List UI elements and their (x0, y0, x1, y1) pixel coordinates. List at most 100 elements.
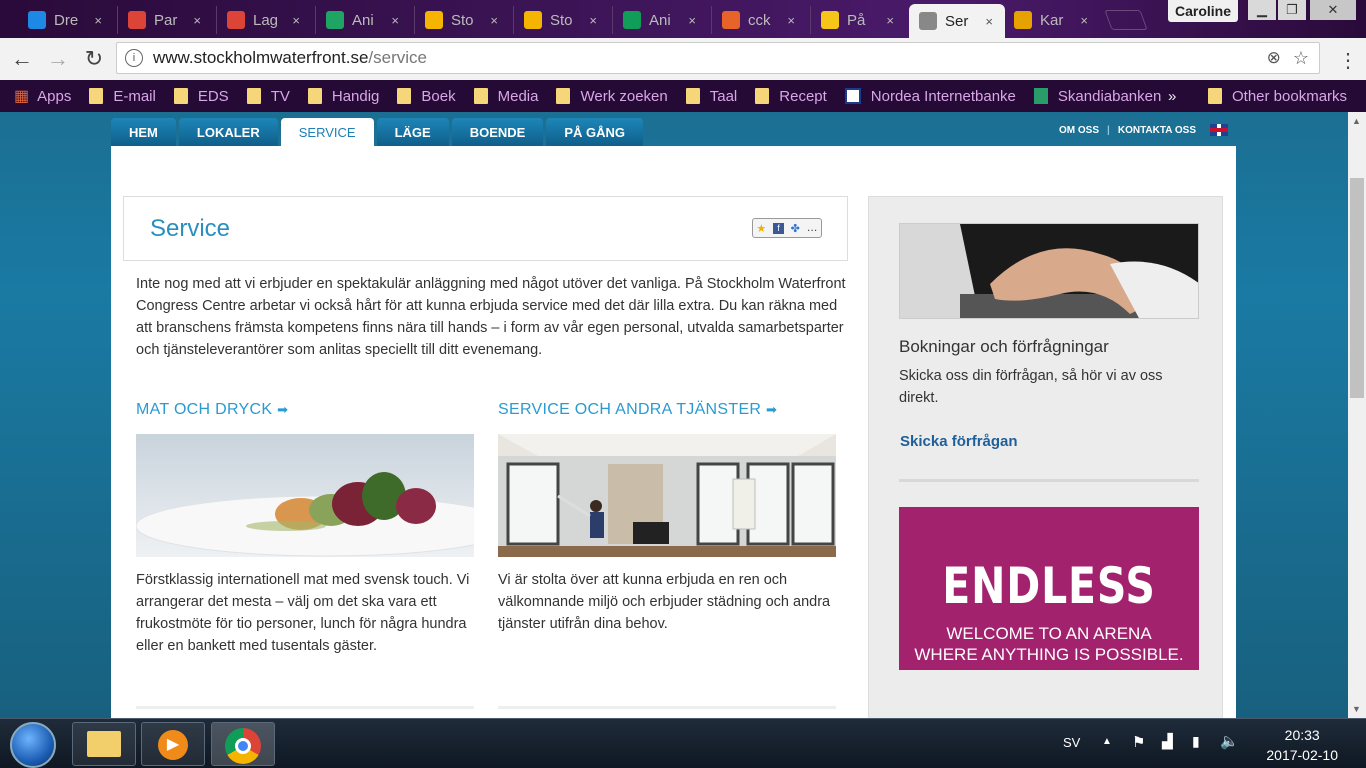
mat-och-dryck-link[interactable]: MAT OCH DRYCK ➡ (136, 401, 288, 419)
tab-9[interactable]: Ser × (909, 4, 1005, 38)
translate-icon[interactable]: ⊗ (1267, 48, 1281, 68)
facebook-icon[interactable]: f (772, 222, 784, 234)
star-icon[interactable]: ★ (756, 222, 766, 235)
skicka-forfragan-link[interactable]: Skicka förfrågan (900, 433, 1018, 450)
favicon-icon (128, 11, 146, 29)
bookmark-8[interactable]: Taal (685, 88, 737, 105)
folder-icon (1208, 88, 1222, 104)
food-image[interactable] (136, 434, 474, 557)
folder-icon (87, 731, 121, 757)
tab-close-icon[interactable]: × (688, 13, 696, 28)
volume-icon[interactable]: 🔈 (1220, 732, 1239, 750)
om-oss-link[interactable]: OM OSS (1059, 125, 1099, 136)
service-och-andra-tjanster-link[interactable]: SERVICE OCH ANDRA TJÄNSTER ➡ (498, 401, 777, 419)
nordea-icon (844, 88, 861, 104)
tab-1[interactable]: Par × (117, 6, 213, 34)
bookmark-1[interactable]: E-mail (89, 88, 156, 105)
profile-button[interactable]: Caroline (1168, 0, 1238, 22)
bookmark-label: Media (497, 87, 539, 105)
scroll-thumb[interactable] (1350, 178, 1364, 398)
address-bar[interactable]: i www.stockholmwaterfront.se /service ⊗ … (116, 42, 1320, 74)
maximize-button[interactable]: ❐ (1278, 0, 1306, 20)
bookmark-2[interactable]: EDS (173, 88, 229, 105)
divider (498, 706, 836, 709)
cleaning-image[interactable] (498, 434, 836, 557)
endless-banner[interactable]: ENDLESS WELCOME TO AN ARENA WHERE ANYTHI… (899, 507, 1199, 670)
share-widget[interactable]: ★ f ✤ … (752, 218, 822, 238)
sidebar-heading: Bokningar och förfrågningar (899, 337, 1109, 356)
language-indicator[interactable]: SV (1063, 735, 1080, 750)
scroll-up-icon[interactable]: ▲ (1352, 116, 1361, 126)
bookmark-star-icon[interactable]: ☆ (1293, 48, 1309, 69)
close-window-button[interactable]: ✕ (1310, 0, 1356, 20)
tab-close-icon[interactable]: × (193, 13, 201, 28)
clock[interactable]: 20:33 2017-02-10 (1266, 725, 1338, 765)
media-player-taskbar-button[interactable]: ▶ (141, 722, 205, 766)
new-tab-button[interactable] (1104, 10, 1148, 30)
folder-icon (246, 88, 261, 104)
scrollbar[interactable]: ▲ ▼ (1348, 112, 1366, 718)
uk-flag-icon[interactable] (1210, 124, 1228, 136)
show-hidden-icons[interactable]: ▲ (1102, 736, 1112, 747)
reload-button[interactable]: ↻ (80, 46, 108, 72)
action-center-icon[interactable]: ⚑ (1132, 733, 1145, 751)
bookmark-0[interactable]: ▦ Apps (14, 86, 71, 106)
bookmark-7[interactable]: Werk zoeken (556, 88, 668, 105)
web-page: HEM LOKALER SERVICE LÄGE BOENDE PÅ GÅNG OM OS… (0, 112, 1348, 718)
tab-close-icon[interactable]: × (985, 14, 993, 29)
other-bookmarks[interactable]: Other bookmarks (1208, 88, 1347, 105)
tab-5[interactable]: Sto × (513, 6, 609, 34)
bookmark-3[interactable]: TV (246, 88, 290, 105)
tab-3[interactable]: Ani × (315, 6, 411, 34)
site-nav-1[interactable]: LOKALER (178, 118, 278, 146)
tab-close-icon[interactable]: × (292, 13, 300, 28)
banner-line1: WELCOME TO AN ARENA (946, 624, 1152, 643)
bookmark-9[interactable]: Recept (755, 88, 827, 105)
tab-label: Par (154, 11, 178, 29)
page-header-box: Service ★ f ✤ … (123, 196, 848, 261)
site-navigation: HEM LOKALER SERVICE LÄGE BOENDE PÅ GÅNG (111, 118, 646, 146)
bookmark-6[interactable]: Media (473, 87, 539, 105)
bookmark-11[interactable]: Skandiabanken (1033, 88, 1161, 105)
tab-6[interactable]: Ani × (612, 6, 708, 34)
tab-10[interactable]: Kar × (1004, 6, 1100, 34)
tab-close-icon[interactable]: × (787, 13, 795, 28)
site-nav-0[interactable]: HEM (111, 118, 176, 146)
site-nav-2[interactable]: SERVICE (280, 118, 374, 146)
battery-icon[interactable]: ▮ (1192, 733, 1200, 750)
forward-button[interactable]: → (44, 46, 72, 72)
tab-close-icon[interactable]: × (391, 13, 399, 28)
tab-2[interactable]: Lag × (216, 6, 312, 34)
bookmark-4[interactable]: Handig (307, 88, 379, 105)
tab-close-icon[interactable]: × (1080, 13, 1088, 28)
tab-label: Ani (352, 11, 374, 29)
menu-icon[interactable]: ⋮ (1338, 48, 1358, 73)
start-button[interactable] (10, 722, 56, 768)
tab-label: Kar (1040, 11, 1064, 29)
bookmark-5[interactable]: Boek (397, 88, 456, 105)
tab-7[interactable]: cck × (711, 6, 807, 34)
kontakta-oss-link[interactable]: KONTAKTA OSS (1118, 125, 1196, 136)
tab-label: Ser (945, 12, 969, 30)
info-icon[interactable]: i (125, 49, 143, 67)
tab-8[interactable]: På × (810, 6, 906, 34)
tab-close-icon[interactable]: × (886, 13, 894, 28)
site-nav-4[interactable]: BOENDE (451, 118, 544, 146)
chrome-taskbar-button[interactable] (211, 722, 275, 766)
scroll-down-icon[interactable]: ▼ (1352, 704, 1361, 714)
bookmarks-more-button[interactable]: » (1168, 88, 1176, 105)
tab-4[interactable]: Sto × (414, 6, 510, 34)
minimize-button[interactable]: ▁ (1248, 0, 1276, 20)
back-button[interactable]: ← (8, 46, 36, 72)
tab-close-icon[interactable]: × (490, 13, 498, 28)
more-icon[interactable]: … (807, 222, 818, 234)
tab-close-icon[interactable]: × (94, 13, 102, 28)
site-nav-5[interactable]: PÅ GÅNG (546, 118, 643, 146)
site-nav-3[interactable]: LÄGE (376, 118, 449, 146)
explorer-taskbar-button[interactable] (72, 722, 136, 766)
network-icon[interactable]: ▟ (1162, 733, 1173, 750)
tab-close-icon[interactable]: × (589, 13, 597, 28)
bookmark-10[interactable]: Nordea Internetbanke (844, 88, 1016, 105)
tab-0[interactable]: Dre × (18, 6, 114, 34)
delicious-icon[interactable]: ✤ (791, 222, 800, 235)
